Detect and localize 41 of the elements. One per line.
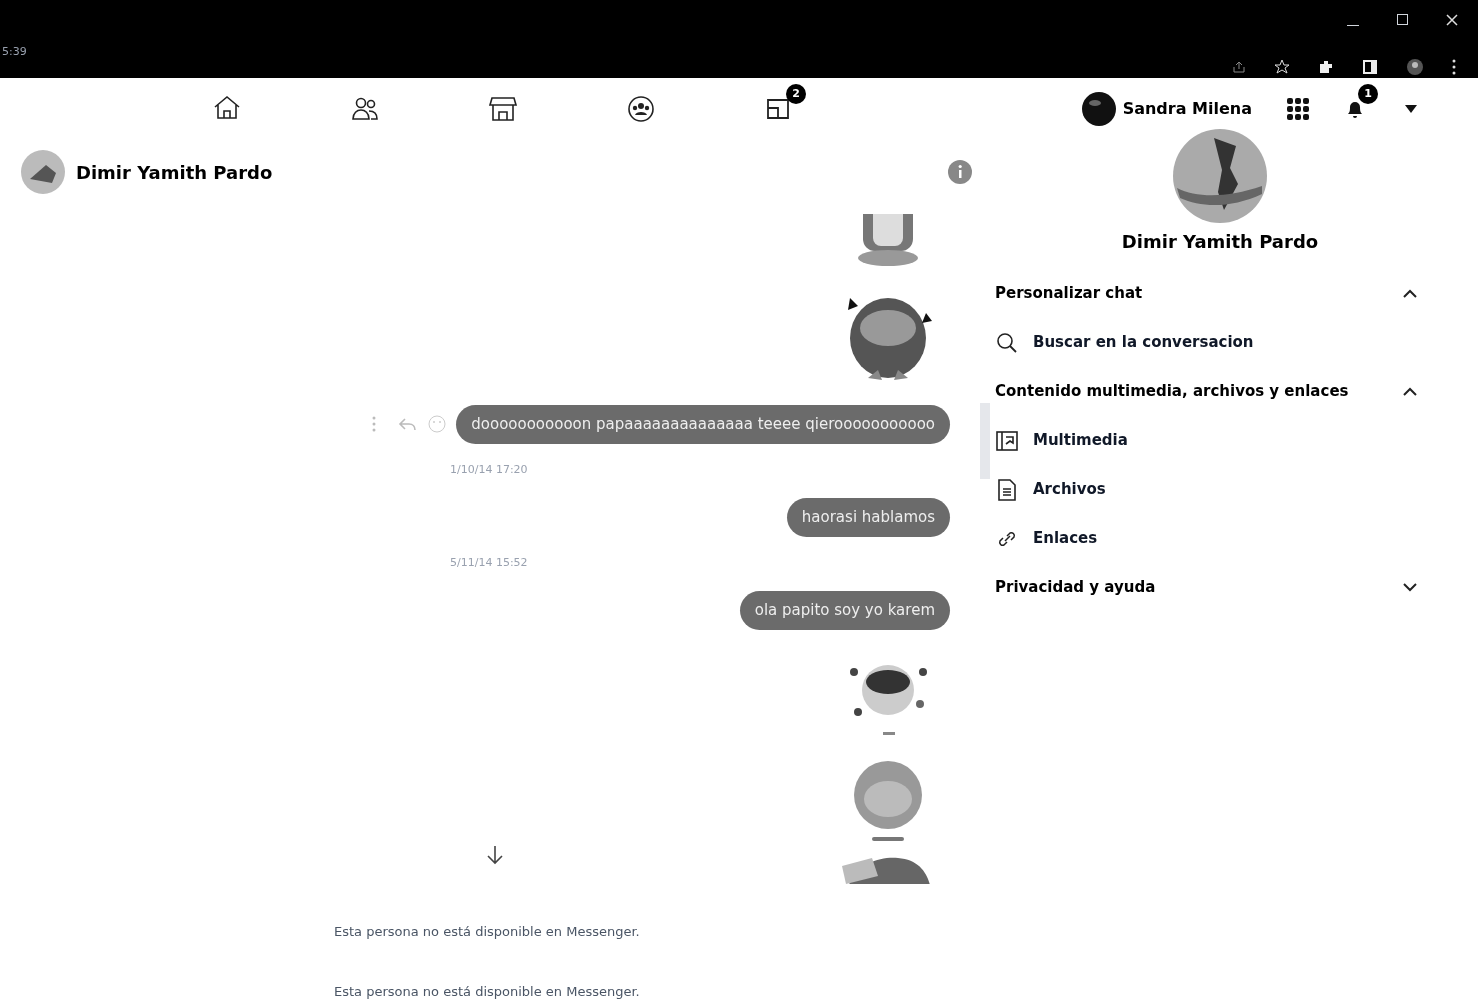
profile-icon[interactable] <box>1406 58 1424 76</box>
section-item[interactable]: Buscar en la conversacion <box>995 318 1435 367</box>
section-item[interactable]: Enlaces <box>995 514 1435 563</box>
puzzle-icon[interactable] <box>1318 59 1334 75</box>
scrollbar-thumb[interactable] <box>980 403 990 479</box>
section-item[interactable]: Multimedia <box>995 416 1435 465</box>
store-icon[interactable] <box>488 94 518 124</box>
timestamp: 1/10/14 17:20 <box>450 461 528 478</box>
notification-badge: 1 <box>1358 84 1378 104</box>
document-icon <box>995 477 1019 502</box>
contact-name[interactable]: Dimir Yamith Pardo <box>76 158 273 186</box>
count-badge: 2 <box>786 84 806 104</box>
message-bubble: ola papito soy yo karem <box>739 591 950 630</box>
dropdown-caret-icon[interactable] <box>1404 104 1418 114</box>
section-header[interactable]: Personalizar chat <box>995 269 1435 318</box>
unavailable-notice: Esta persona no está disponible en Messenger. <box>334 923 641 941</box>
kebab-menu-icon[interactable] <box>1452 59 1456 75</box>
close-icon[interactable] <box>1446 14 1458 26</box>
star-icon[interactable] <box>1274 59 1290 75</box>
section-header[interactable]: Privacidad y ayuda <box>995 563 1435 612</box>
message-bubble: dooooooooooon papaaaaaaaaaaaaaa teeee qierooooooooooo <box>456 405 950 444</box>
down-arrow-icon <box>486 845 504 865</box>
timestamp: 5/11/14 15:52 <box>450 554 528 571</box>
search-icon <box>995 330 1019 355</box>
account-name[interactable]: Sandra Milena <box>1122 97 1252 121</box>
avatar[interactable] <box>1080 91 1117 127</box>
media-icon <box>995 428 1019 453</box>
maximize-icon[interactable] <box>1397 14 1408 25</box>
contact-avatar[interactable] <box>20 149 66 195</box>
clock-text: 5:39 <box>2 44 27 60</box>
info-icon[interactable] <box>947 159 973 185</box>
sidebar-icon[interactable] <box>1362 59 1378 75</box>
group-icon[interactable] <box>626 94 656 124</box>
section-item[interactable]: Archivos <box>995 465 1435 514</box>
share-icon[interactable] <box>1232 60 1246 74</box>
unavailable-notice: Esta persona no está disponible en Messenger. <box>334 982 641 1001</box>
apps-grid-icon[interactable] <box>1286 97 1310 121</box>
message-bubble: haorasi hablamos <box>786 498 950 537</box>
section-header[interactable]: Contenido multimedia, archivos y enlaces <box>995 367 1435 416</box>
contact-avatar[interactable] <box>1172 128 1268 224</box>
contact-name: Dimir Yamith Pardo <box>1121 230 1319 254</box>
